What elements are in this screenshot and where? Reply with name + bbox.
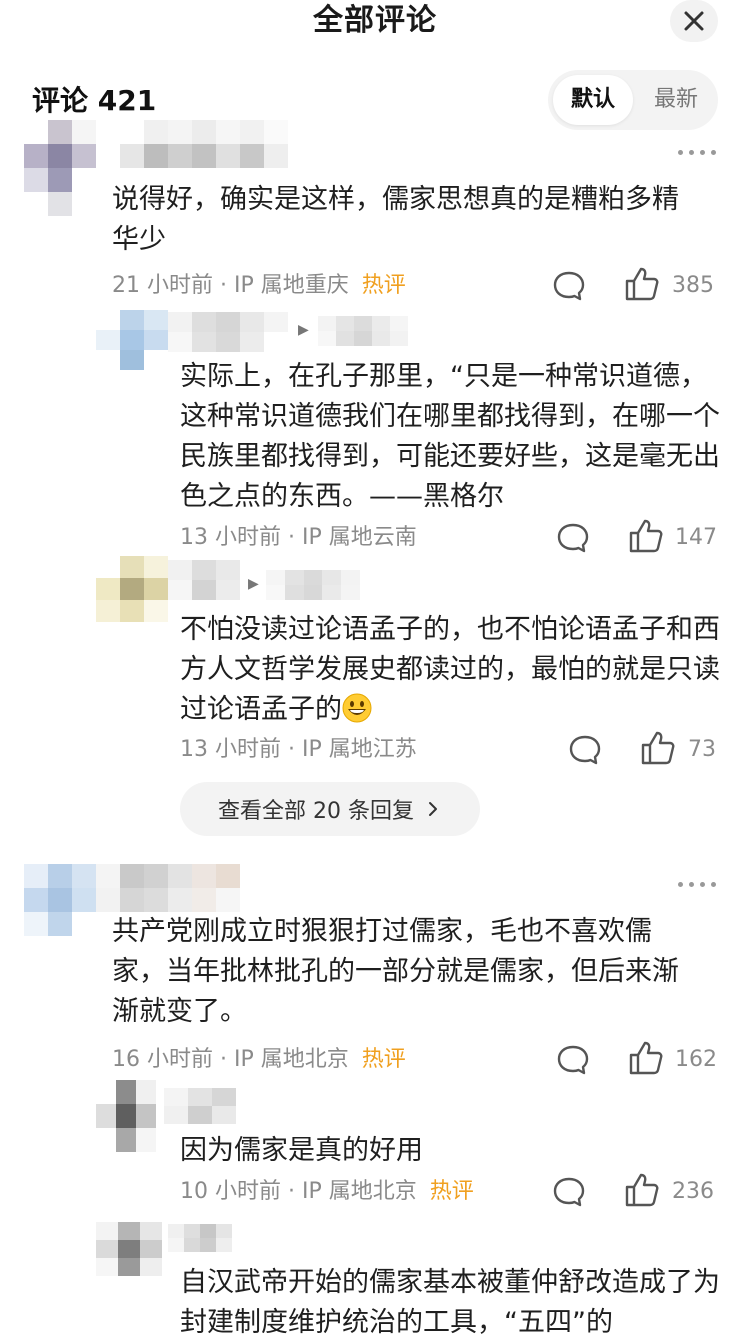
comment-time: 21 小时前	[112, 273, 213, 298]
reply-text: 实际上，在孔子那里，“只是一种常识道德，这种常识道德我们在哪里都找得到，在哪一个…	[180, 361, 720, 512]
reply-comment-icon[interactable]	[552, 270, 586, 302]
avatar[interactable]	[24, 864, 96, 936]
reply-avatar[interactable]	[96, 310, 168, 370]
reply-text: 不怕没读过论语孟子的，也不怕论语孟子和西方人文哲学发展史都读过的，最怕的就是只读…	[180, 610, 720, 730]
comment-ip: · IP 属地北京	[220, 1047, 349, 1072]
reply-comment-icon[interactable]	[552, 1176, 586, 1208]
reply-ip: · IP 属地云南	[288, 525, 417, 550]
like-count: 73	[688, 737, 716, 762]
reply-time: 10 小时前	[180, 1179, 281, 1204]
hot-badge: 热评	[429, 1179, 474, 1204]
reply-comment-icon[interactable]	[556, 1044, 590, 1076]
more-dots-icon[interactable]	[678, 878, 716, 890]
reply-meta: 13 小时前 · IP 属地江苏	[180, 735, 417, 765]
hot-badge: 热评	[361, 1047, 406, 1072]
reply-target-username[interactable]	[318, 316, 408, 346]
reply-username[interactable]	[164, 1088, 236, 1124]
thumbs-up-icon[interactable]	[624, 1172, 660, 1208]
reply-username[interactable]	[168, 1224, 232, 1252]
reply-username[interactable]	[168, 312, 288, 352]
thumbs-up-icon[interactable]	[624, 266, 660, 302]
reply-avatar[interactable]	[96, 1080, 156, 1152]
comment-meta: 16 小时前 · IP 属地北京 热评	[112, 1045, 406, 1075]
comment-meta: 21 小时前 · IP 属地重庆 热评	[112, 271, 406, 301]
like-count: 236	[672, 1179, 714, 1204]
comment-text: 说得好，确实是这样，儒家思想真的是糟粕多精华少	[112, 184, 679, 255]
page-title: 全部评论	[313, 3, 437, 38]
reply-meta: 10 小时前 · IP 属地北京 热评	[180, 1177, 474, 1207]
view-all-replies-label: 查看全部 20 条回复	[218, 799, 414, 824]
comment-time: 16 小时前	[112, 1047, 213, 1072]
reply-comment-icon[interactable]	[556, 522, 590, 554]
reply-comment-icon[interactable]	[568, 734, 602, 766]
reply-username[interactable]	[168, 560, 240, 600]
thumbs-up-icon[interactable]	[628, 518, 664, 554]
reply-arrow-icon: ▶	[298, 322, 309, 338]
username[interactable]	[96, 864, 240, 912]
close-icon	[684, 11, 704, 31]
reply-ip: · IP 属地江苏	[288, 737, 417, 762]
like-count: 162	[675, 1047, 717, 1072]
reply-text: 自汉武帝开始的儒家基本被董仲舒改造成了为封建制度维护统治的工具，“五四”的	[180, 1267, 720, 1338]
reply-meta: 13 小时前 · IP 属地云南	[180, 523, 417, 553]
reply-time: 13 小时前	[180, 737, 281, 762]
reply-text: 因为儒家是真的好用	[180, 1135, 423, 1166]
comment-text: 共产党刚成立时狠狠打过儒家，毛也不喜欢儒家，当年批林批孔的一部分就是儒家，但后来…	[112, 916, 679, 1027]
sort-default-button[interactable]: 默认	[553, 75, 633, 125]
reply-time: 13 小时前	[180, 525, 281, 550]
more-dots-icon[interactable]	[678, 146, 716, 158]
comments-count-row: 评论 421 默认 最新	[0, 70, 750, 132]
comments-count: 评论 421	[32, 84, 157, 117]
thumbs-up-icon[interactable]	[640, 730, 676, 766]
view-all-replies-button[interactable]: 查看全部 20 条回复	[180, 782, 480, 836]
avatar[interactable]	[24, 120, 96, 216]
username[interactable]	[120, 120, 288, 168]
reply-avatar[interactable]	[96, 556, 168, 622]
sort-latest-button[interactable]: 最新	[636, 75, 716, 125]
like-count: 385	[672, 273, 714, 298]
grinning-face-emoji	[342, 693, 372, 723]
reply-target-username[interactable]	[266, 570, 360, 600]
sort-toggle: 默认 最新	[548, 70, 718, 130]
header: 全部评论	[0, 0, 750, 46]
reply-arrow-icon: ▶	[248, 576, 259, 592]
reply-text-body: 不怕没读过论语孟子的，也不怕论语孟子和西方人文哲学发展史都读过的，最怕的就是只读…	[180, 614, 720, 725]
reply-ip: · IP 属地北京	[288, 1179, 417, 1204]
reply-avatar[interactable]	[96, 1222, 162, 1276]
like-count: 147	[675, 525, 717, 550]
comment-ip: · IP 属地重庆	[220, 273, 349, 298]
close-button[interactable]	[670, 0, 718, 42]
chevron-right-icon	[428, 802, 437, 816]
hot-badge: 热评	[361, 273, 406, 298]
thumbs-up-icon[interactable]	[628, 1040, 664, 1076]
